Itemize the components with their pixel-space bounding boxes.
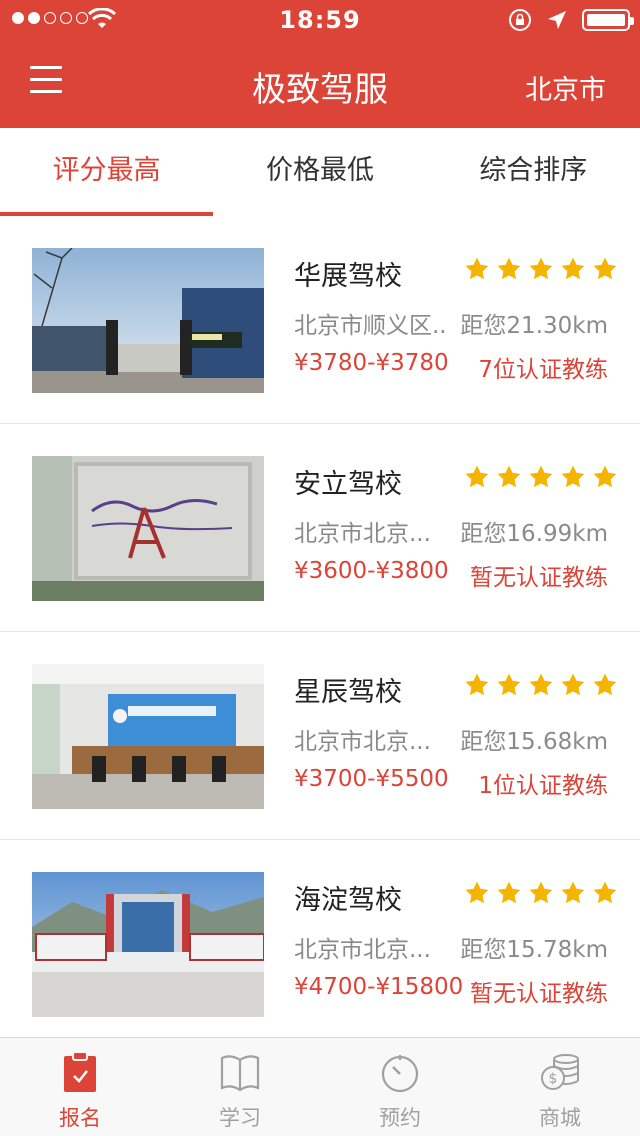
- rating-stars: [464, 672, 618, 698]
- star-icon: [497, 881, 521, 904]
- school-address: 北京市北京...: [294, 521, 431, 547]
- star-icon: [561, 673, 585, 696]
- school-address: 北京市顺义区...: [294, 313, 444, 339]
- nav-label: 学习: [219, 1106, 261, 1130]
- school-coaches: 7位认证教练: [478, 357, 608, 383]
- star-icon: [529, 257, 553, 280]
- nav-label: 报名: [59, 1106, 101, 1130]
- coins-icon: $: [541, 1054, 579, 1090]
- star-icon: [593, 673, 617, 696]
- school-item[interactable]: 海淀驾校 北京市北京... 距您15.78km ¥4700-¥15800 暂无认…: [0, 840, 640, 1048]
- star-icon: [593, 257, 617, 280]
- star-icon: [497, 465, 521, 488]
- star-icon: [465, 257, 489, 280]
- star-icon: [465, 881, 489, 904]
- book-icon: [220, 1055, 260, 1092]
- tab-overall-ranking[interactable]: 综合排序: [427, 128, 640, 216]
- school-name: 安立驾校: [294, 469, 402, 500]
- star-icon: [465, 673, 489, 696]
- sort-tabs: 评分最高 价格最低 综合排序: [0, 128, 640, 216]
- school-name: 星辰驾校: [294, 677, 402, 708]
- rotation-lock-icon: [509, 9, 531, 31]
- rating-stars: [464, 256, 618, 282]
- school-price: ¥4700-¥15800: [294, 974, 464, 1000]
- nav-item-booking[interactable]: 预约: [320, 1038, 480, 1136]
- school-price: ¥3600-¥3800: [294, 558, 449, 584]
- school-price: ¥3780-¥3780: [294, 350, 449, 376]
- star-icon: [593, 465, 617, 488]
- school-distance: 距您16.99km: [460, 521, 608, 547]
- school-distance: 距您21.30km: [460, 313, 608, 339]
- school-photo: [32, 248, 264, 393]
- tab-highest-rating[interactable]: 评分最高: [0, 128, 214, 216]
- school-distance: 距您15.78km: [460, 937, 608, 963]
- school-coaches: 暂无认证教练: [470, 565, 608, 591]
- school-photo: [32, 872, 264, 1017]
- nav-item-signup[interactable]: 报名: [0, 1038, 160, 1136]
- nav-label: 商城: [539, 1106, 581, 1130]
- school-address: 北京市北京...: [294, 937, 431, 963]
- rating-stars: [464, 880, 618, 906]
- school-photo: [32, 664, 264, 809]
- clipboard-icon: [64, 1051, 96, 1092]
- city-selector[interactable]: 北京市: [525, 68, 606, 107]
- school-item[interactable]: 安立驾校 北京市北京... 距您16.99km ¥3600-¥3800 暂无认证…: [0, 424, 640, 632]
- nav-label: 预约: [379, 1106, 421, 1130]
- star-icon: [561, 465, 585, 488]
- school-photo: [32, 456, 264, 601]
- star-icon: [529, 673, 553, 696]
- star-icon: [529, 881, 553, 904]
- school-price: ¥3700-¥5500: [294, 766, 449, 792]
- tab-lowest-price[interactable]: 价格最低: [213, 128, 426, 216]
- location-arrow-icon: [548, 11, 566, 29]
- star-icon: [465, 465, 489, 488]
- bottom-nav: 报名 学习 预约 $ 商城: [0, 1037, 640, 1136]
- star-icon: [497, 257, 521, 280]
- rating-stars: [464, 464, 618, 490]
- star-icon: [561, 881, 585, 904]
- school-distance: 距您15.68km: [460, 729, 608, 755]
- school-item[interactable]: 华展驾校 北京市顺义区... 距您21.30km ¥3780-¥3780 7位认…: [0, 216, 640, 424]
- school-coaches: 1位认证教练: [478, 773, 608, 799]
- school-name: 海淀驾校: [294, 885, 402, 916]
- school-coaches: 暂无认证教练: [470, 981, 608, 1007]
- star-icon: [593, 881, 617, 904]
- clock-icon: [381, 1055, 419, 1093]
- battery-icon: [582, 9, 634, 31]
- status-bar: 18:59: [0, 0, 640, 40]
- school-name: 华展驾校: [294, 261, 402, 292]
- svg-text:$: $: [549, 1071, 558, 1087]
- school-address: 北京市北京...: [294, 729, 431, 755]
- nav-item-mall[interactable]: $ 商城: [480, 1038, 640, 1136]
- star-icon: [561, 257, 585, 280]
- school-list: 华展驾校 北京市顺义区... 距您21.30km ¥3780-¥3780 7位认…: [0, 216, 640, 1048]
- nav-item-study[interactable]: 学习: [160, 1038, 320, 1136]
- star-icon: [529, 465, 553, 488]
- star-icon: [497, 673, 521, 696]
- school-item[interactable]: 星辰驾校 北京市北京... 距您15.68km ¥3700-¥5500 1位认证…: [0, 632, 640, 840]
- top-bar: 18:59 极致驾服 北京市: [0, 0, 640, 128]
